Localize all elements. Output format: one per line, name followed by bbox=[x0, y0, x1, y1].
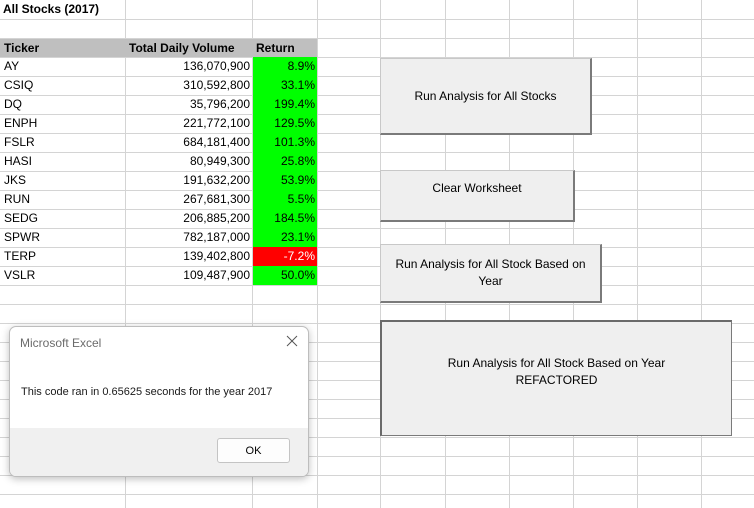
table-row: VSLR 109,487,900 50.0% bbox=[0, 266, 317, 285]
table-row: JKS 191,632,200 53.9% bbox=[0, 171, 317, 190]
return-cell[interactable]: 101.3% bbox=[253, 133, 317, 152]
run-refactored-label: Run Analysis for All Stock Based on Year… bbox=[448, 355, 665, 389]
ticker-cell[interactable]: DQ bbox=[4, 95, 22, 114]
return-cell[interactable]: 129.5% bbox=[253, 114, 317, 133]
table-row: FSLR 684,181,400 101.3% bbox=[0, 133, 317, 152]
run-refactored-label-line1: Run Analysis for All Stock Based on Year bbox=[447, 356, 666, 370]
table-row: HASI 80,949,300 25.8% bbox=[0, 152, 317, 171]
ticker-cell[interactable]: HASI bbox=[4, 152, 32, 171]
volume-cell[interactable]: 191,632,200 bbox=[126, 171, 250, 190]
return-cell[interactable]: 184.5% bbox=[253, 209, 317, 228]
return-cell[interactable]: 199.4% bbox=[253, 95, 317, 114]
ticker-cell[interactable]: SEDG bbox=[4, 209, 38, 228]
volume-cell[interactable]: 782,187,000 bbox=[126, 228, 250, 247]
clear-worksheet-label: Clear Worksheet bbox=[432, 181, 522, 195]
header-ticker: Ticker bbox=[4, 41, 40, 55]
volume-cell[interactable]: 35,796,200 bbox=[126, 95, 250, 114]
message-box-footer: OK bbox=[10, 428, 308, 476]
ok-button[interactable]: OK bbox=[217, 438, 290, 463]
return-cell[interactable]: -7.2% bbox=[253, 247, 317, 266]
run-by-year-label: Run Analysis for All Stock Based on Year bbox=[395, 257, 586, 288]
volume-cell[interactable]: 139,402,800 bbox=[126, 247, 250, 266]
volume-cell[interactable]: 136,070,900 bbox=[126, 57, 250, 76]
ticker-cell[interactable]: RUN bbox=[4, 190, 30, 209]
table-row: DQ 35,796,200 199.4% bbox=[0, 95, 317, 114]
return-cell[interactable]: 5.5% bbox=[253, 190, 317, 209]
return-cell[interactable]: 8.9% bbox=[253, 57, 317, 76]
table-row: SPWR 782,187,000 23.1% bbox=[0, 228, 317, 247]
ticker-cell[interactable]: SPWR bbox=[4, 228, 40, 247]
message-box-title: Microsoft Excel bbox=[20, 336, 102, 350]
volume-cell[interactable]: 206,885,200 bbox=[126, 209, 250, 228]
ticker-cell[interactable]: FSLR bbox=[4, 133, 35, 152]
ticker-cell[interactable]: CSIQ bbox=[4, 76, 33, 95]
ticker-cell[interactable]: JKS bbox=[4, 171, 26, 190]
ticker-cell[interactable]: VSLR bbox=[4, 266, 35, 285]
volume-cell[interactable]: 109,487,900 bbox=[126, 266, 250, 285]
header-return: Return bbox=[256, 41, 295, 55]
ticker-cell[interactable]: ENPH bbox=[4, 114, 37, 133]
return-cell[interactable]: 50.0% bbox=[253, 266, 317, 285]
sheet-title: All Stocks (2017) bbox=[3, 2, 100, 16]
volume-cell[interactable]: 310,592,800 bbox=[126, 76, 250, 95]
return-cell[interactable]: 33.1% bbox=[253, 76, 317, 95]
return-cell[interactable]: 23.1% bbox=[253, 228, 317, 247]
table-row: CSIQ 310,592,800 33.1% bbox=[0, 76, 317, 95]
run-all-stocks-button[interactable]: Run Analysis for All Stocks bbox=[380, 58, 592, 135]
ticker-cell[interactable]: AY bbox=[4, 57, 19, 76]
volume-cell[interactable]: 221,772,100 bbox=[126, 114, 250, 133]
table-row: TERP 139,402,800 -7.2% bbox=[0, 247, 317, 266]
table-row: SEDG 206,885,200 184.5% bbox=[0, 209, 317, 228]
table-row: AY 136,070,900 8.9% bbox=[0, 57, 317, 76]
message-box: Microsoft Excel This code ran in 0.65625… bbox=[9, 326, 309, 477]
ok-button-label: OK bbox=[245, 444, 262, 457]
run-refactored-button[interactable]: Run Analysis for All Stock Based on Year… bbox=[380, 320, 732, 436]
volume-cell[interactable]: 80,949,300 bbox=[126, 152, 250, 171]
message-box-text: This code ran in 0.65625 seconds for the… bbox=[21, 386, 273, 398]
close-icon[interactable] bbox=[284, 333, 300, 349]
volume-cell[interactable]: 267,681,300 bbox=[126, 190, 250, 209]
run-refactored-label-line2: REFACTORED bbox=[515, 373, 598, 387]
run-by-year-button[interactable]: Run Analysis for All Stock Based on Year bbox=[380, 244, 602, 303]
ticker-cell[interactable]: TERP bbox=[4, 247, 36, 266]
clear-worksheet-button[interactable]: Clear Worksheet bbox=[380, 170, 575, 222]
volume-cell[interactable]: 684,181,400 bbox=[126, 133, 250, 152]
run-all-stocks-label: Run Analysis for All Stocks bbox=[414, 88, 557, 103]
table-row: ENPH 221,772,100 129.5% bbox=[0, 114, 317, 133]
table-row: RUN 267,681,300 5.5% bbox=[0, 190, 317, 209]
header-volume: Total Daily Volume bbox=[129, 41, 235, 55]
return-cell[interactable]: 53.9% bbox=[253, 171, 317, 190]
return-cell[interactable]: 25.8% bbox=[253, 152, 317, 171]
